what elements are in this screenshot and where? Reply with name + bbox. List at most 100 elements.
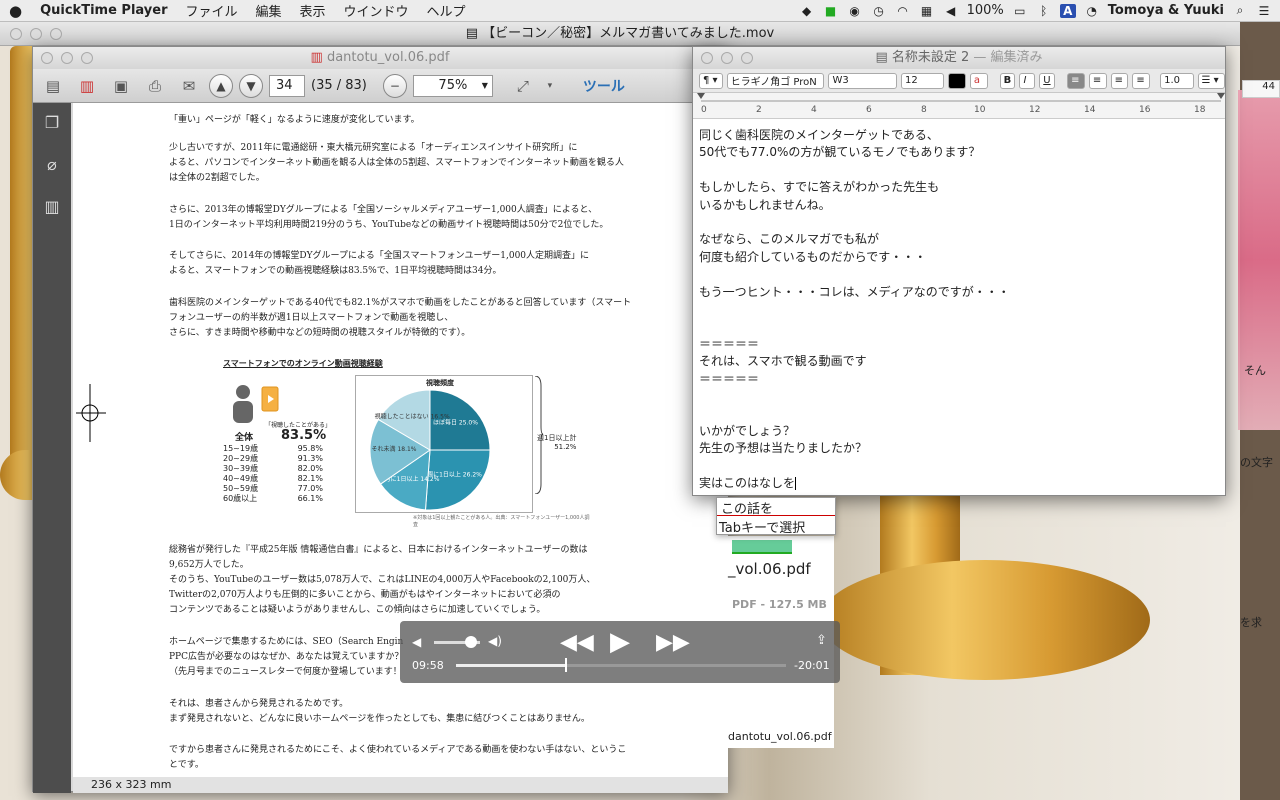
clock-icon[interactable]: ◔ (1084, 4, 1100, 18)
page-number-input[interactable]: 34 (269, 74, 305, 97)
user-name[interactable]: Tomoya & Yuuki (1108, 3, 1224, 18)
fast-forward-icon[interactable]: ▶▶ (656, 630, 690, 655)
attachments-icon[interactable]: ⌀ (41, 155, 63, 177)
font-family-value: ヒラギノ角ゴ ProN (730, 77, 817, 88)
evernote-icon[interactable]: ◉ (847, 4, 863, 18)
zoom-button[interactable] (81, 52, 93, 64)
pdf-text-line: とです。 (169, 760, 204, 770)
export-pdf-icon[interactable]: ▥ (73, 74, 101, 98)
line-spacing-select[interactable]: 1.0 (1160, 72, 1194, 89)
bluetooth-icon[interactable]: ᛒ (1036, 4, 1052, 18)
align-center-icon[interactable]: ≡ (1088, 72, 1107, 89)
page-thumbnails-icon[interactable]: ❐ (41, 113, 63, 135)
signature-icon[interactable]: ▥ (41, 197, 63, 219)
volume-icon[interactable]: ◀ (943, 4, 959, 18)
bold-button[interactable]: B (999, 72, 1016, 89)
email-icon[interactable]: ✉ (175, 74, 203, 98)
menu-help[interactable]: ヘルプ (418, 1, 475, 20)
zoom-out-icon[interactable]: − (382, 73, 407, 98)
menu-file[interactable]: ファイル (176, 1, 246, 20)
list-style-icon[interactable]: ☰ ▾ (1197, 72, 1226, 89)
time-machine-icon[interactable]: ◷ (871, 4, 887, 18)
background-text: を求 (1240, 616, 1262, 629)
app-menu[interactable]: QuickTime Player (31, 3, 176, 18)
input-source-icon[interactable]: A (1059, 3, 1076, 18)
pdf-text-line: 9,652万人でした。 (169, 560, 249, 570)
age-label: 50~59歳 (223, 484, 259, 493)
volume-low-icon[interactable]: ◀ (412, 635, 421, 649)
menu-view[interactable]: 表示 (291, 1, 335, 20)
document-icon: ▤ (875, 50, 892, 65)
textedit-window-controls (701, 52, 753, 64)
menu-window[interactable]: ウインドウ (335, 1, 418, 20)
pdf-text-line: は全体の2割超でした。 (169, 173, 265, 183)
volume-slider-knob[interactable] (464, 636, 477, 648)
age-stat-row: 50~59歳 77.0% (223, 484, 323, 494)
font-family-select[interactable]: ヒラギノ角ゴ ProN (726, 72, 825, 89)
textedit-title-text: 名称未設定 2 (891, 50, 970, 65)
print-icon[interactable]: ⎙ (141, 74, 169, 98)
font-size-select[interactable]: 12 (900, 72, 945, 89)
close-button[interactable] (41, 52, 53, 64)
ruler-number: 0 (701, 105, 707, 115)
minimize-button[interactable] (721, 52, 733, 64)
tools-button[interactable]: ツール (583, 76, 625, 96)
save-icon[interactable]: ▣ (107, 74, 135, 98)
pie-slice-label: それ未満 18.1% (372, 445, 417, 453)
play-icon[interactable]: ▶ (610, 627, 630, 657)
text-line: 同じく歯科医院のメインターゲットである、 (699, 128, 939, 142)
spotlight-search-icon[interactable]: ⌕ (1232, 3, 1248, 18)
toolbar-overflow-icon[interactable]: ▾ (543, 74, 557, 98)
fullscreen-icon[interactable]: ⤢ (509, 74, 537, 98)
share-icon[interactable]: ⇪ (816, 633, 827, 648)
align-left-icon[interactable]: ≡ (1067, 72, 1085, 89)
total-value: 83.5% (281, 428, 327, 443)
font-weight-select[interactable]: W3 (828, 72, 897, 89)
menu-bar: ● QuickTime Player ファイル 編集 表示 ウインドウ ヘルプ … (0, 0, 1280, 22)
wifi-icon[interactable]: ◠ (895, 4, 911, 18)
minimize-button[interactable] (30, 28, 42, 40)
menu-edit[interactable]: 編集 (247, 1, 291, 20)
pdf-paragraph: それは、患者さんから発見されるためです。 まず発見されないと、どんなに良いホーム… (169, 697, 649, 727)
smartphone-icon (261, 386, 279, 412)
ruler-number: 10 (974, 105, 986, 115)
zoom-button[interactable] (741, 52, 753, 64)
minimize-button[interactable] (61, 52, 73, 64)
age-label: 15~19歳 (223, 444, 259, 453)
text-color-swatch[interactable] (948, 72, 966, 89)
align-right-icon[interactable]: ≡ (1110, 72, 1129, 89)
pdf-page-size: 236 x 323 mm (73, 777, 728, 793)
battery-percent[interactable]: 100% (967, 3, 1004, 18)
ruler-number: 12 (1029, 105, 1041, 115)
pdf-paragraph: 総務省が発行した『平成25年版 情報通信白書』によると、日本におけるインターネッ… (169, 543, 649, 618)
pdf-text-line: 少し古いですが、2011年に電通総研・東大橋元研究室による「オーディエンスインサ… (169, 143, 578, 153)
dropbox-icon[interactable]: ◆ (799, 4, 815, 18)
notification-center-icon[interactable]: ☰ (1256, 4, 1272, 18)
rewind-icon[interactable]: ◀◀ (560, 630, 594, 655)
zoom-select[interactable]: 75% ▼ (412, 74, 493, 97)
apple-menu-icon[interactable]: ● (0, 2, 31, 20)
keyboard-icon[interactable]: ▦ (919, 4, 935, 18)
justify-icon[interactable]: ≡ (1132, 72, 1151, 89)
weekly-total-label: 週1日以上計 (537, 434, 577, 442)
previous-page-icon[interactable]: ▲ (209, 73, 233, 98)
paragraph-style-select[interactable]: ¶ ▾ (699, 72, 723, 89)
age-stat-row: 15~19歳 95.8% (223, 444, 323, 454)
create-pdf-icon[interactable]: ▤ (39, 74, 67, 98)
background-text: そん (1244, 364, 1266, 377)
flag-icon[interactable]: ■ (823, 4, 839, 18)
zoom-button[interactable] (50, 28, 62, 40)
text-line: もしかしたら、すでに答えがわかった先生も (699, 180, 940, 195)
ruler[interactable]: 0 2 4 6 8 10 12 14 16 18 (693, 93, 1225, 119)
italic-button[interactable]: I (1019, 72, 1036, 89)
highlight-color-icon[interactable]: a (969, 72, 988, 89)
close-button[interactable] (701, 52, 713, 64)
close-button[interactable] (10, 28, 22, 40)
text-editor-body[interactable]: 同じく歯科医院のメインターゲットである、 50代でも77.0%の方が観ているモノで… (699, 127, 1219, 497)
underline-button[interactable]: U (1039, 72, 1056, 89)
next-page-icon[interactable]: ▼ (239, 73, 263, 98)
battery-icon[interactable]: ▭ (1012, 4, 1028, 18)
volume-high-icon[interactable]: ◀) (488, 634, 502, 648)
playhead[interactable] (564, 658, 567, 672)
autocomplete-suggestion[interactable]: この話を (717, 498, 835, 517)
